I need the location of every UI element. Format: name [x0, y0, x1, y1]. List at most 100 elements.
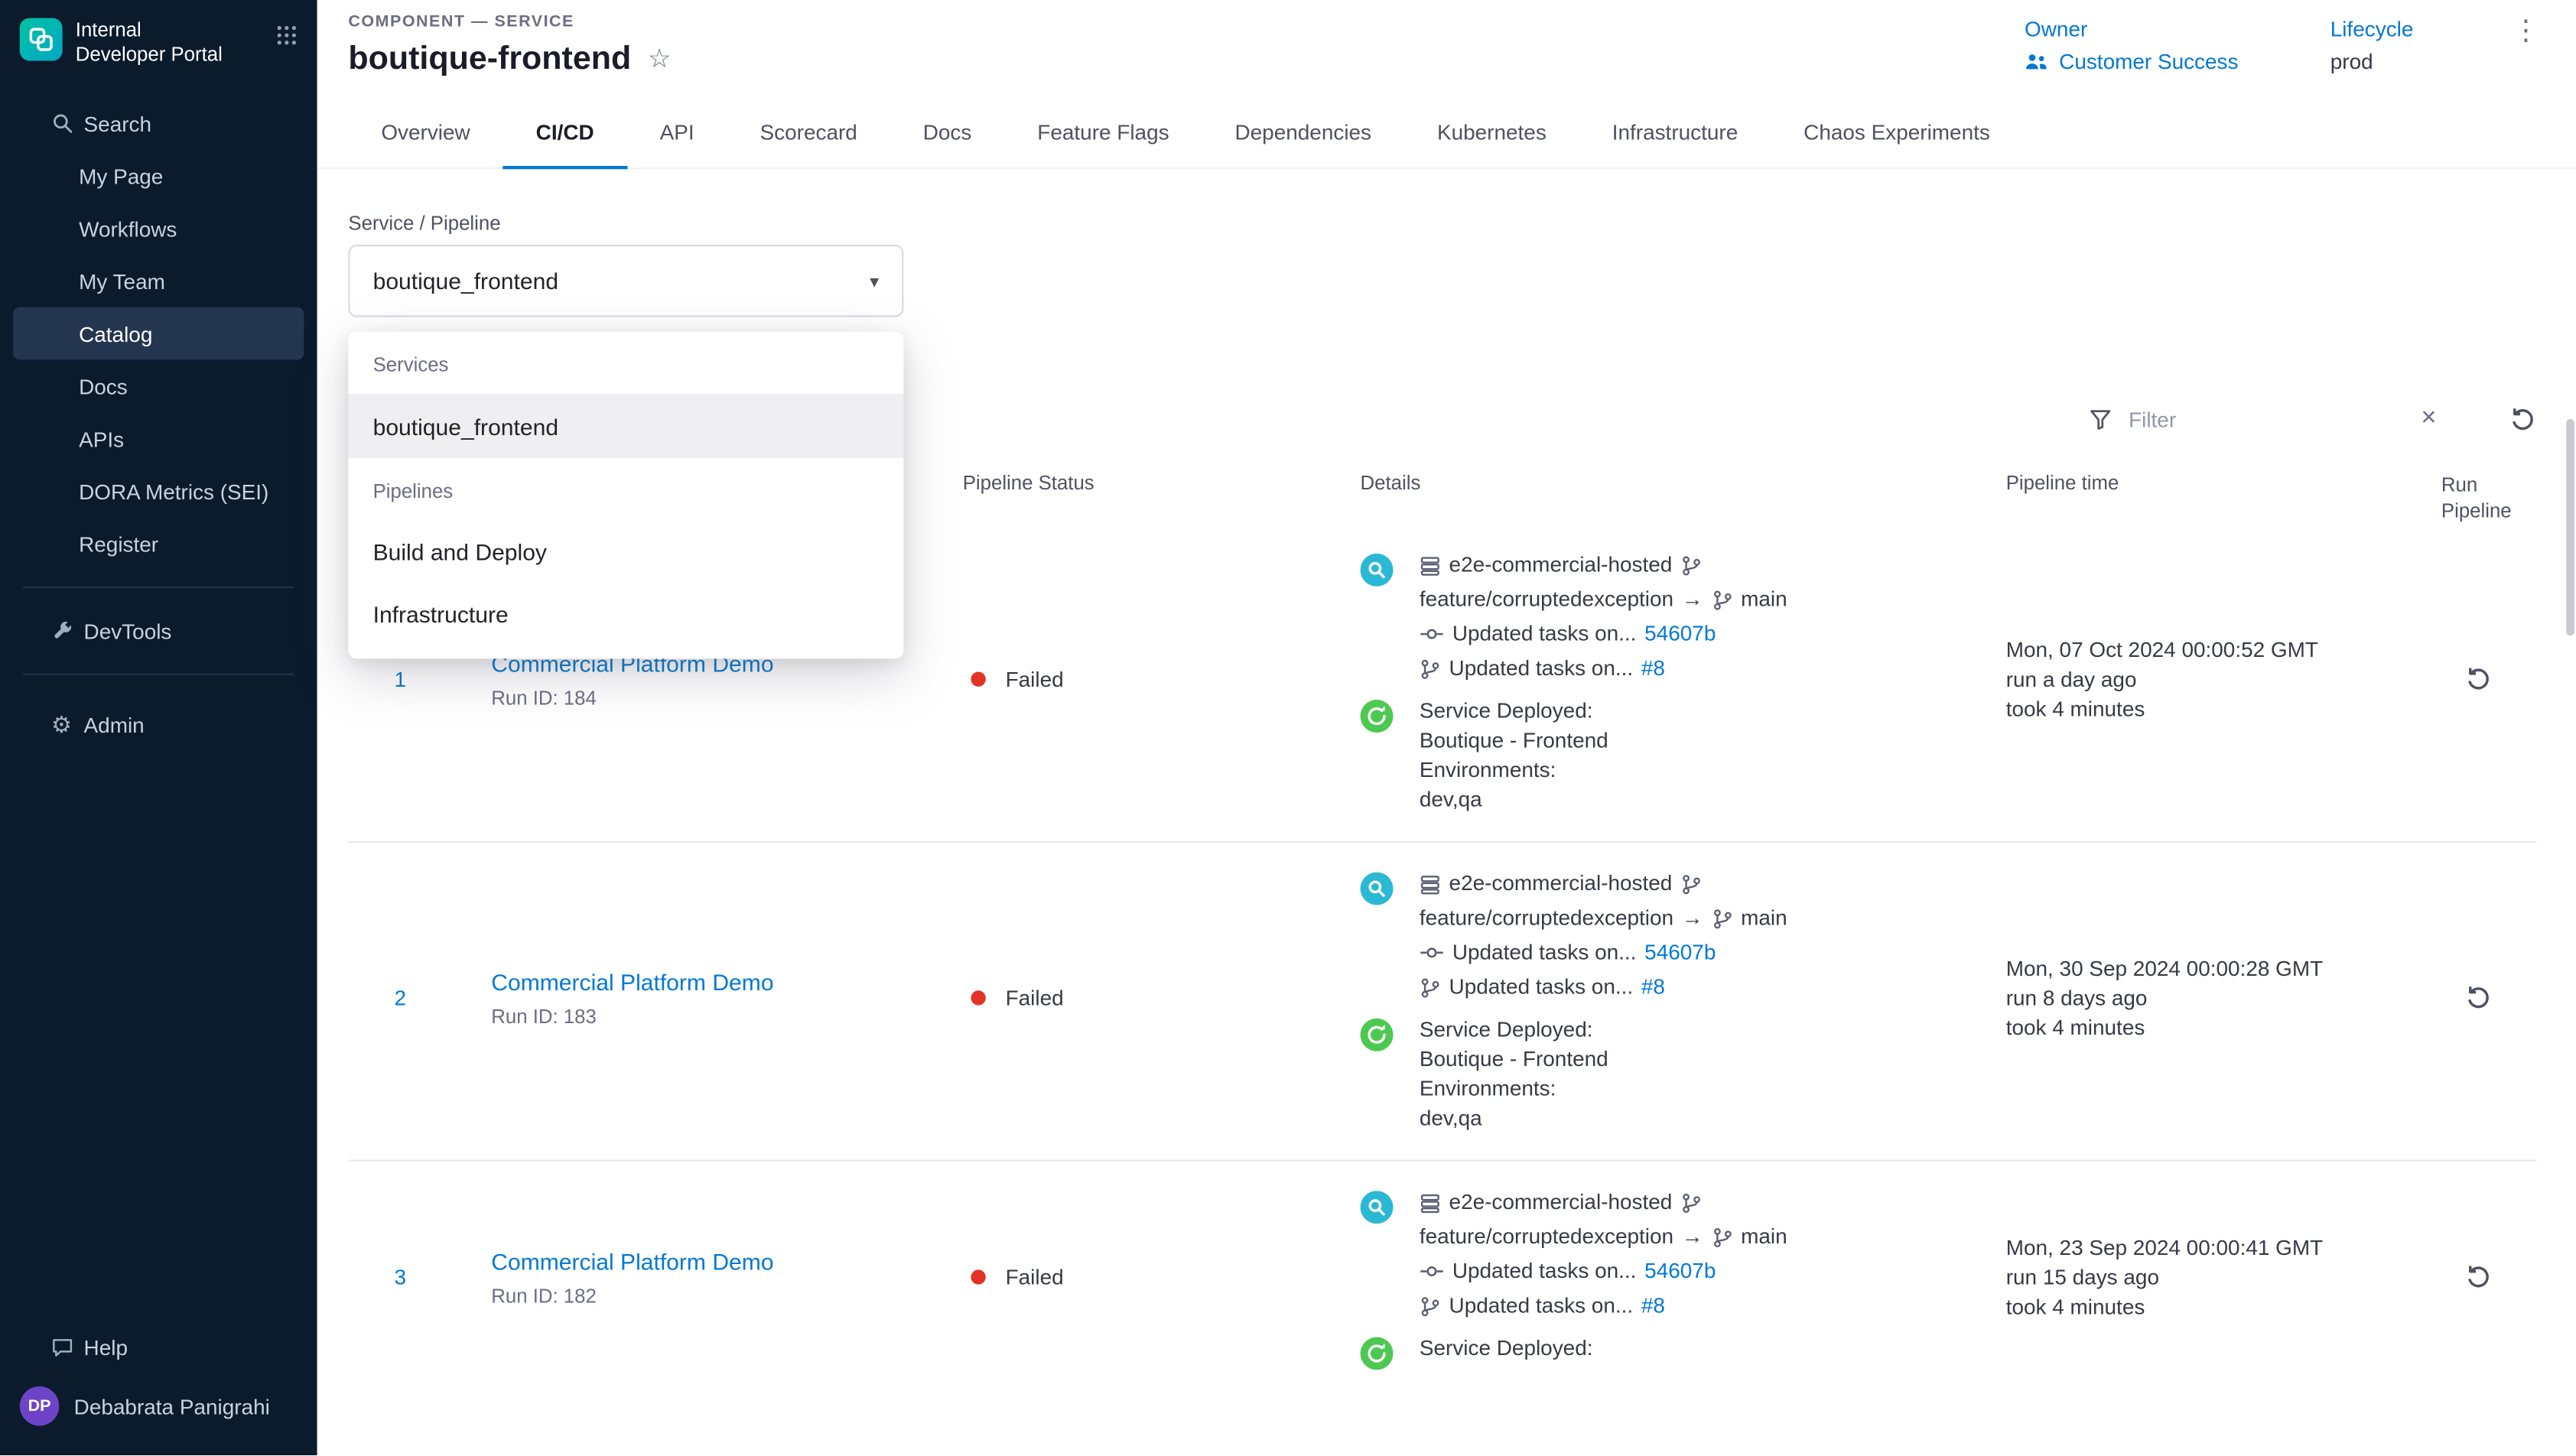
details-cell: e2e-commercial-hosted feature/corruptede… [1361, 548, 2006, 812]
run-ago: run 15 days ago [2006, 1263, 2441, 1293]
run-pipeline-button[interactable] [2464, 666, 2537, 694]
repo-icon [1420, 1192, 1441, 1214]
commit-icon [1420, 626, 1444, 642]
pr-message: Updated tasks on... [1449, 656, 1634, 682]
more-options-icon[interactable]: ⋮ [2512, 16, 2540, 44]
environments-label: Environments: [1420, 1077, 1608, 1101]
sidebar-item-docs[interactable]: Docs [0, 359, 317, 412]
source-branch: feature/corruptedexception [1420, 905, 1673, 931]
tab-chaos-experiments[interactable]: Chaos Experiments [1771, 99, 2023, 167]
pipeline-name-cell: Commercial Platform Demo Run ID: 184 [491, 650, 962, 709]
cicd-content: Service / Pipeline boutique_frontend ▾ S… [317, 169, 2576, 1455]
sidebar-divider [23, 674, 294, 675]
page-title: boutique-frontend [348, 41, 631, 79]
owner-link[interactable]: Customer Success [2025, 49, 2238, 73]
tab-overview[interactable]: Overview [348, 99, 503, 167]
pipeline-status-cell: Failed [963, 1266, 1361, 1290]
run-ago: run a day ago [2006, 665, 2441, 695]
sidebar-divider [23, 587, 294, 588]
column-header-details: Details [1361, 471, 2006, 525]
tab-cicd[interactable]: CI/CD [503, 99, 627, 167]
status-label: Failed [1006, 986, 1064, 1011]
favorite-star-icon[interactable]: ☆ [648, 47, 672, 73]
arrow-right-icon: → [1682, 1224, 1703, 1250]
owner-label: Owner [2025, 16, 2238, 41]
column-header-time: Pipeline time [2006, 471, 2441, 525]
pipeline-select-value: boutique_frontend [373, 268, 558, 294]
sidebar-item-dora-metrics[interactable]: DORA Metrics (SEI) [0, 465, 317, 518]
run-id: Run ID: 183 [491, 1005, 962, 1028]
pull-request-icon [1420, 1296, 1441, 1318]
run-pipeline-button[interactable] [2464, 1264, 2537, 1292]
wrench-icon [49, 619, 73, 642]
tab-infrastructure[interactable]: Infrastructure [1579, 99, 1771, 167]
app-logo-icon [20, 18, 63, 61]
app-switcher-icon[interactable] [276, 24, 298, 50]
environments-value: dev,qa [1420, 1106, 1608, 1130]
deploy-service: Boutique - Frontend [1420, 728, 1608, 752]
commit-sha-link[interactable]: 54607b [1644, 940, 1716, 966]
repo-name: e2e-commercial-hosted [1449, 553, 1673, 579]
sidebar-item-workflows[interactable]: Workflows [0, 202, 317, 255]
sidebar-item-my-page[interactable]: My Page [0, 149, 317, 202]
refresh-icon[interactable] [2509, 405, 2537, 433]
sidebar-item-register[interactable]: Register [0, 518, 317, 570]
owner-block: Owner Customer Success [2025, 16, 2238, 73]
commit-message: Updated tasks on... [1452, 1259, 1637, 1285]
sidebar: Internal Developer Portal Search My Page… [0, 0, 317, 1455]
sidebar-item-my-team[interactable]: My Team [0, 255, 317, 307]
pipeline-status-cell: Failed [963, 668, 1361, 692]
tab-dependencies[interactable]: Dependencies [1202, 99, 1404, 167]
pipeline-select[interactable]: boutique_frontend ▾ [348, 245, 903, 317]
source-branch: feature/corruptedexception [1420, 587, 1673, 613]
run-ago: run 8 days ago [2006, 983, 2441, 1013]
clear-filter-icon[interactable]: × [2421, 406, 2436, 432]
branch-icon [1711, 1227, 1732, 1248]
entity-heading: COMPONENT — SERVICE boutique-frontend ☆ [348, 13, 671, 79]
filter-funnel-icon[interactable] [2087, 407, 2112, 431]
tab-kubernetes[interactable]: Kubernetes [1404, 99, 1579, 167]
sidebar-item-label: Admin [84, 712, 145, 736]
pipeline-dropdown: Services boutique_frontend Pipelines Bui… [348, 332, 903, 658]
user-menu[interactable]: DP Debabrata Panigrahi [0, 1373, 317, 1439]
vertical-scrollbar[interactable] [2566, 419, 2574, 636]
dropdown-item-pipeline[interactable]: Infrastructure [348, 583, 903, 646]
sidebar-item-label: Help [84, 1334, 128, 1359]
dropdown-item-pipeline[interactable]: Build and Deploy [348, 521, 903, 583]
pr-number-link[interactable]: #8 [1641, 656, 1665, 682]
pipeline-name-link[interactable]: Commercial Platform Demo [491, 969, 773, 995]
deploy-title: Service Deployed: [1420, 699, 1608, 723]
sidebar-item-label: Catalog [79, 321, 152, 346]
sidebar-item-devtools[interactable]: DevTools [0, 604, 317, 657]
deploy-title: Service Deployed: [1420, 1336, 1593, 1360]
tab-scorecard[interactable]: Scorecard [727, 99, 890, 167]
pr-number-link[interactable]: #8 [1641, 1293, 1665, 1319]
sidebar-item-help[interactable]: Help [0, 1321, 317, 1373]
run-duration: took 4 minutes [2006, 1292, 2441, 1322]
sidebar-item-label: My Page [79, 164, 163, 188]
tab-docs[interactable]: Docs [890, 99, 1005, 167]
sidebar-bottom: Help DP Debabrata Panigrahi [0, 1321, 317, 1455]
tab-api[interactable]: API [627, 99, 727, 167]
deploy-service: Boutique - Frontend [1420, 1047, 1608, 1071]
pr-number-link[interactable]: #8 [1641, 975, 1665, 1001]
tab-feature-flags[interactable]: Feature Flags [1004, 99, 1202, 167]
pipeline-name-link[interactable]: Commercial Platform Demo [491, 1248, 773, 1274]
sidebar-item-admin[interactable]: ⚙ Admin [0, 698, 317, 751]
target-branch: main [1741, 587, 1787, 613]
commit-sha-link[interactable]: 54607b [1644, 622, 1716, 648]
sidebar-item-catalog[interactable]: Catalog [13, 307, 304, 360]
sidebar-item-label: Workflows [79, 216, 177, 240]
branch-icon [1680, 1192, 1702, 1214]
commit-icon [1420, 1264, 1444, 1280]
help-chat-icon [49, 1335, 73, 1358]
sidebar-item-apis[interactable]: APIs [0, 412, 317, 465]
sidebar-item-search[interactable]: Search [0, 97, 317, 150]
run-pipeline-button[interactable] [2464, 984, 2537, 1012]
column-header-status: Pipeline Status [963, 471, 1361, 525]
main-area: COMPONENT — SERVICE boutique-frontend ☆ … [317, 0, 2576, 1455]
ci-stage-icon [1361, 873, 1394, 905]
filter-input[interactable] [2129, 407, 2405, 431]
commit-sha-link[interactable]: 54607b [1644, 1259, 1716, 1285]
dropdown-item-service[interactable]: boutique_frontend [348, 396, 903, 459]
